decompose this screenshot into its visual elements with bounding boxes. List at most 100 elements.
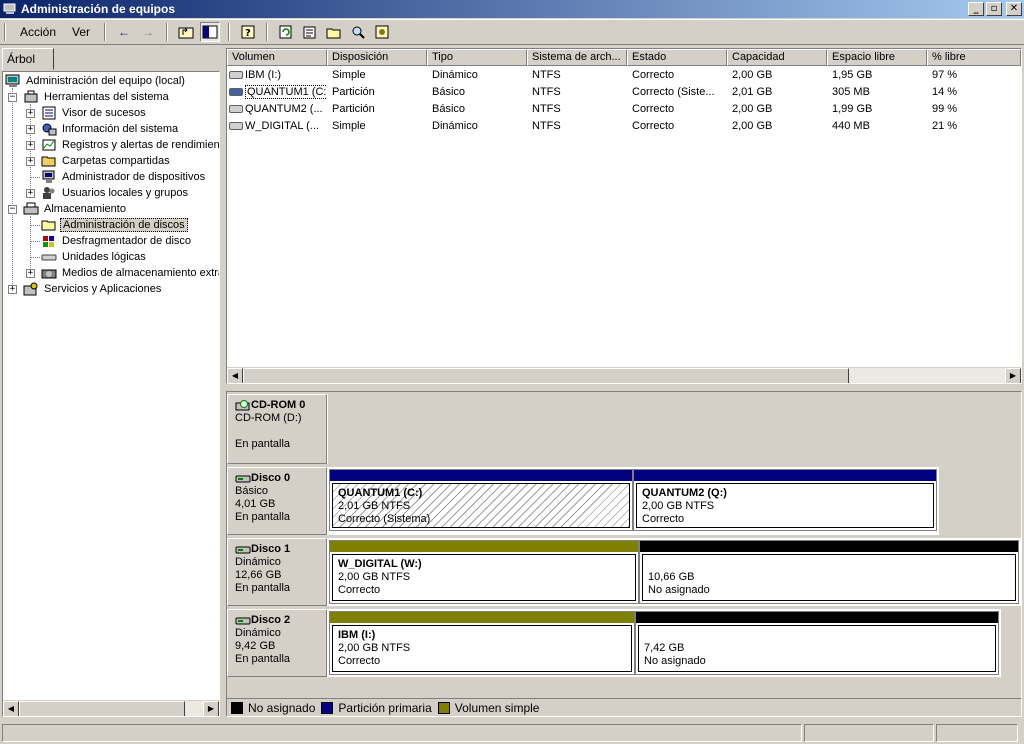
scroll-thumb[interactable]	[19, 701, 185, 716]
column-header-layout[interactable]: Disposición	[327, 49, 427, 66]
disk-label-cdrom[interactable]: CD-ROM 0 CD-ROM (D:) En pantalla	[227, 394, 327, 464]
unallocated-space-disk1[interactable]: 10,66 GB No asignado	[639, 540, 1019, 604]
disk-type: Básico	[235, 485, 269, 497]
expand-toggle[interactable]: +	[26, 141, 35, 150]
forward-button[interactable]: →	[138, 22, 158, 42]
scroll-thumb[interactable]	[243, 368, 849, 383]
tree-item-perf-logs[interactable]: Registros y alertas de rendimiento	[41, 137, 219, 153]
expand-toggle[interactable]: +	[26, 157, 35, 166]
table-cell: 2,00 GB	[732, 69, 773, 81]
menu-view[interactable]: Ver	[64, 25, 98, 39]
tree-item-event-viewer[interactable]: Visor de sucesos	[41, 105, 148, 121]
unallocated-status: No asignado	[644, 655, 706, 667]
expand-toggle[interactable]: +	[26, 109, 35, 118]
primary-partition-bar	[330, 470, 632, 481]
collapse-toggle[interactable]: −	[8, 205, 17, 214]
tree-item-storage[interactable]: Almacenamiento	[23, 201, 128, 217]
disk-size: 4,01 GB	[235, 498, 276, 510]
back-button[interactable]: ←	[114, 22, 134, 42]
help-icon: ?	[241, 25, 255, 39]
column-header-free-space[interactable]: Espacio libre	[827, 49, 927, 66]
partition-ibm[interactable]: IBM (I:) 2,00 GB NTFS Correcto	[329, 611, 635, 675]
open-button[interactable]	[324, 22, 344, 42]
help-button[interactable]: ?	[238, 22, 258, 42]
table-cell: W_DIGITAL (...	[227, 118, 327, 135]
tree-pane[interactable]: Administración del equipo (local) − Herr…	[2, 71, 220, 717]
cell-text: QUANTUM2 (...	[245, 103, 323, 115]
tree-item-system-info[interactable]: Información del sistema	[41, 121, 180, 137]
disk2-partitions: IBM (I:) 2,00 GB NTFS Correcto 7,42 GB N…	[327, 609, 1001, 677]
column-header-type[interactable]: Tipo	[427, 49, 527, 66]
disk-graphical-view[interactable]: CD-ROM 0 CD-ROM (D:) En pantalla Disco 0…	[226, 391, 1022, 717]
table-cell: NTFS	[532, 120, 561, 132]
cell-text: W_DIGITAL (...	[245, 120, 319, 132]
partition-w-digital[interactable]: W_DIGITAL (W:) 2,00 GB NTFS Correcto	[329, 540, 639, 604]
maximize-button[interactable]: ▫	[986, 2, 1002, 16]
disk-name-row: CD-ROM 0	[235, 399, 319, 412]
tree-item-disk-management[interactable]: Administración de discos	[41, 217, 188, 233]
settings-icon	[375, 25, 389, 39]
partition-name: IBM (I:)	[338, 629, 376, 641]
volume-icon	[229, 88, 243, 97]
table-cell: Dinámico	[432, 69, 478, 81]
show-tree-button[interactable]	[200, 22, 221, 42]
tab-tree[interactable]: Árbol	[2, 48, 54, 70]
tree-horizontal-scrollbar[interactable]: ◀ ▶	[3, 700, 219, 716]
menu-action[interactable]: Acción	[12, 25, 64, 39]
title-bar[interactable]: Administración de equipos _ ▫ ✕	[0, 0, 1024, 18]
expand-toggle[interactable]: +	[26, 189, 35, 198]
partition-quantum2[interactable]: QUANTUM2 (Q:) 2,00 GB NTFS Correcto	[633, 469, 937, 531]
disk-label-disk2[interactable]: Disco 2 Dinámico 9,42 GB En pantalla	[227, 609, 327, 677]
simple-volume-bar	[330, 541, 638, 552]
volume-list[interactable]: Volumen Disposición Tipo Sistema de arch…	[226, 48, 1022, 384]
tree-item-device-manager[interactable]: Administrador de dispositivos	[41, 169, 207, 185]
partition-quantum1[interactable]: QUANTUM1 (C:) 2,01 GB NTFS Correcto (Sis…	[329, 469, 633, 531]
tree-item-root[interactable]: Administración del equipo (local)	[5, 73, 187, 89]
properties-icon	[303, 26, 316, 39]
table-cell: NTFS	[532, 86, 561, 98]
properties-button[interactable]	[300, 22, 320, 42]
defrag-icon	[41, 234, 57, 248]
legend-primary: Partición primaria	[321, 701, 432, 715]
tree-item-shared-folders[interactable]: Carpetas compartidas	[41, 153, 172, 169]
disk-status: En pantalla	[235, 653, 291, 665]
tree-item-system-tools[interactable]: Herramientas del sistema	[23, 89, 171, 105]
scroll-left-button[interactable]: ◀	[3, 701, 19, 716]
column-header-capacity[interactable]: Capacidad	[727, 49, 827, 66]
tree-label: Información del sistema	[62, 123, 179, 135]
partition-status: Correcto (Sistema)	[338, 513, 431, 525]
unallocated-space-disk2[interactable]: 7,42 GB No asignado	[635, 611, 999, 675]
expand-toggle[interactable]: +	[8, 285, 17, 294]
toolbar-separator	[166, 23, 169, 41]
table-cell: Correcto	[632, 69, 675, 81]
column-header-percent-free[interactable]: % libre	[927, 49, 1021, 66]
disk-label-disk0[interactable]: Disco 0 Básico 4,01 GB En pantalla	[227, 467, 327, 535]
partition-status: Correcto	[642, 513, 685, 525]
scroll-left-button[interactable]: ◀	[227, 368, 243, 383]
disk-label-disk1[interactable]: Disco 1 Dinámico 12,66 GB En pantalla	[227, 538, 327, 606]
partition-body: QUANTUM1 (C:) 2,01 GB NTFS Correcto (Sis…	[332, 483, 630, 528]
list-horizontal-scrollbar[interactable]: ◀ ▶	[227, 367, 1021, 383]
search-button[interactable]	[348, 22, 368, 42]
expand-toggle[interactable]: +	[26, 125, 35, 134]
tree-item-defrag[interactable]: Desfragmentador de disco	[41, 233, 193, 249]
tree-label: Servicios y Aplicaciones	[44, 283, 162, 295]
up-level-button[interactable]	[176, 22, 196, 42]
collapse-toggle[interactable]: −	[8, 93, 17, 102]
close-button[interactable]: ✕	[1006, 2, 1022, 16]
column-header-filesystem[interactable]: Sistema de arch...	[527, 49, 627, 66]
tree-item-services[interactable]: Servicios y Aplicaciones	[23, 281, 163, 297]
settings-button[interactable]	[372, 22, 392, 42]
disk-name: Disco 0	[251, 472, 291, 484]
minimize-button[interactable]: _	[968, 2, 984, 16]
column-header-status[interactable]: Estado	[627, 49, 727, 66]
expand-toggle[interactable]: +	[26, 269, 35, 278]
column-header-volume[interactable]: Volumen	[227, 49, 327, 66]
tree-item-removable-storage[interactable]: Medios de almacenamiento extraíbles	[41, 265, 219, 281]
scroll-right-button[interactable]: ▶	[1005, 368, 1021, 383]
tree-item-logical-drives[interactable]: Unidades lógicas	[41, 249, 148, 265]
tree-item-local-users[interactable]: Usuarios locales y grupos	[41, 185, 190, 201]
scroll-right-button[interactable]: ▶	[203, 701, 219, 716]
refresh-button[interactable]	[276, 22, 296, 42]
legend: No asignado Partición primaria Volumen s…	[226, 698, 1022, 717]
